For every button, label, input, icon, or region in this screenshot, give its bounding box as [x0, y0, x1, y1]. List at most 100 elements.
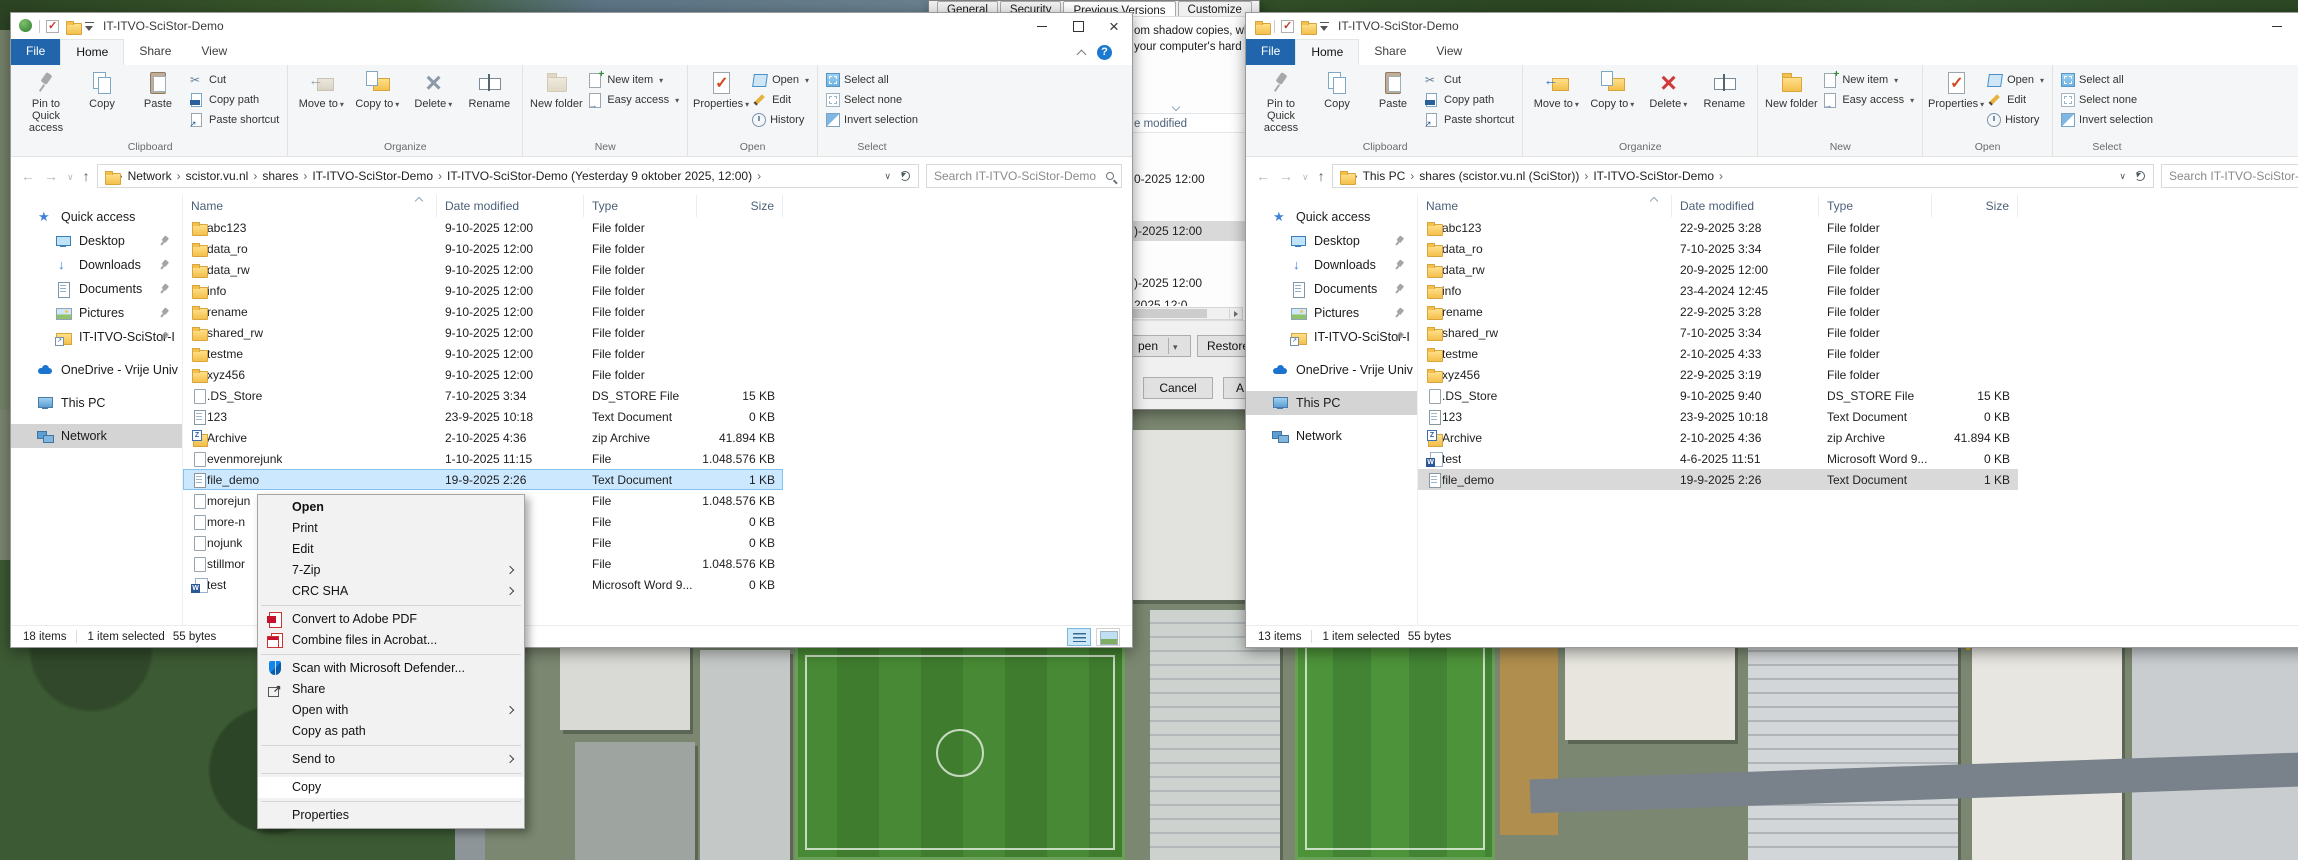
- ribbon-tab[interactable]: File: [11, 39, 61, 65]
- breadcrumb-segment[interactable]: Network: [124, 169, 176, 183]
- sidebar-item[interactable]: IT-ITVO-SciStor-I: [11, 325, 182, 349]
- easy-access-button[interactable]: Easy access: [587, 91, 679, 110]
- sidebar-item[interactable]: Pictures: [11, 301, 182, 325]
- breadcrumb-segment[interactable]: IT-ITVO-SciStor-Demo: [1589, 169, 1718, 183]
- column-header[interactable]: Size: [697, 195, 783, 217]
- move-to-button[interactable]: Move to: [1528, 66, 1584, 140]
- file-row[interactable]: testme 2-10-2025 4:33 File folder: [1418, 343, 2018, 364]
- file-row[interactable]: rename 9-10-2025 12:00 File folder: [183, 301, 783, 322]
- context-menu-item[interactable]: [261, 801, 521, 802]
- file-row[interactable]: 123 23-9-2025 10:18 Text Document 0 KB: [183, 406, 783, 427]
- context-menu-item[interactable]: Open: [258, 497, 524, 518]
- breadcrumb-segment[interactable]: scistor.vu.nl: [182, 169, 253, 183]
- pin-to-quick-access-button[interactable]: Pin to Quick access: [18, 66, 74, 140]
- customize-toolbar-icon[interactable]: [85, 21, 94, 31]
- folder-qat-icon[interactable]: [65, 19, 82, 35]
- maximize-button[interactable]: [1060, 13, 1096, 39]
- sidebar-item[interactable]: Desktop: [1246, 229, 1417, 253]
- properties-qat-icon[interactable]: [46, 19, 59, 33]
- ribbon-tab[interactable]: Share: [124, 39, 186, 65]
- sidebar-item[interactable]: IT-ITVO-SciStor-I: [1246, 325, 1417, 349]
- delete-button[interactable]: Delete: [405, 66, 461, 140]
- copy-to-button[interactable]: Copy to: [349, 66, 405, 140]
- ribbon-tab[interactable]: View: [186, 39, 242, 65]
- column-header[interactable]: Type: [584, 195, 697, 217]
- breadcrumb-segment[interactable]: This PC: [1359, 169, 1410, 183]
- file-row[interactable]: testme 9-10-2025 12:00 File folder: [183, 343, 783, 364]
- file-row[interactable]: Archive 2-10-2025 4:36 zip Archive 41.89…: [1418, 427, 2018, 448]
- sidebar-item[interactable]: Network: [1246, 424, 1417, 448]
- ribbon-tab[interactable]: Home: [60, 39, 125, 65]
- open-button[interactable]: Open: [752, 71, 809, 88]
- properties-qat-icon[interactable]: [1281, 19, 1294, 33]
- sidebar-item[interactable]: OneDrive - Vrije Univ: [1246, 358, 1417, 382]
- file-row[interactable]: test 4-6-2025 11:51 Microsoft Word 9... …: [1418, 448, 2018, 469]
- large-icons-view-button[interactable]: [1096, 627, 1120, 646]
- context-menu-item[interactable]: 7-Zip: [258, 560, 524, 581]
- context-menu-item[interactable]: Open with: [258, 700, 524, 721]
- paste-shortcut-button[interactable]: Paste shortcut: [1424, 111, 1514, 130]
- recent-locations-icon[interactable]: ∨: [1302, 172, 1309, 183]
- sidebar-item[interactable]: Desktop: [11, 229, 182, 253]
- forward-button[interactable]: →: [1279, 168, 1293, 184]
- move-to-button[interactable]: Move to: [293, 66, 349, 140]
- file-row[interactable]: shared_rw 9-10-2025 12:00 File folder: [183, 322, 783, 343]
- context-menu-item[interactable]: [261, 605, 521, 606]
- file-row[interactable]: evenmorejunk 1-10-2025 11:15 File 1.048.…: [183, 448, 783, 469]
- sidebar-item[interactable]: Quick access: [1246, 205, 1417, 229]
- file-row[interactable]: data_ro 9-10-2025 12:00 File folder: [183, 238, 783, 259]
- column-header[interactable]: Type: [1819, 195, 1932, 217]
- copy-button[interactable]: Copy: [74, 66, 130, 140]
- column-header[interactable]: Size: [1932, 195, 2018, 217]
- paste-shortcut-button[interactable]: Paste shortcut: [189, 111, 279, 130]
- customize-toolbar-icon[interactable]: [1320, 21, 1329, 31]
- open-button[interactable]: Open: [1987, 71, 2044, 88]
- help-icon[interactable]: [1097, 45, 1112, 60]
- sidebar-item[interactable]: Quick access: [11, 205, 182, 229]
- context-menu-item[interactable]: [261, 654, 521, 655]
- new-folder-button[interactable]: New folder: [528, 66, 584, 140]
- collapse-ribbon-icon[interactable]: [1076, 49, 1087, 60]
- file-row[interactable]: rename 22-9-2025 3:28 File folder: [1418, 301, 2018, 322]
- file-row[interactable]: abc123 9-10-2025 12:00 File folder: [183, 217, 783, 238]
- close-button[interactable]: [1096, 13, 1132, 39]
- select-all-button[interactable]: Select all: [826, 71, 918, 88]
- copy-path-button[interactable]: Copy path: [1424, 91, 1514, 108]
- file-row[interactable]: xyz456 22-9-2025 3:19 File folder: [1418, 364, 2018, 385]
- column-header[interactable]: Name: [183, 195, 437, 217]
- invert-selection-button[interactable]: Invert selection: [826, 111, 918, 128]
- delete-button[interactable]: Delete: [1640, 66, 1696, 140]
- recent-locations-icon[interactable]: ∨: [67, 172, 74, 183]
- refresh-icon[interactable]: [2135, 171, 2145, 181]
- sidebar-item[interactable]: This PC: [11, 391, 182, 415]
- file-row[interactable]: xyz456 9-10-2025 12:00 File folder: [183, 364, 783, 385]
- history-button[interactable]: History: [752, 111, 809, 128]
- sidebar-item[interactable]: Downloads: [11, 253, 182, 277]
- sidebar-item[interactable]: Documents: [11, 277, 182, 301]
- ribbon-tab[interactable]: View: [1421, 39, 1477, 65]
- rename-button[interactable]: Rename: [461, 66, 517, 140]
- rename-button[interactable]: Rename: [1696, 66, 1752, 140]
- file-row[interactable]: .DS_Store 9-10-2025 9:40 DS_STORE File 1…: [1418, 385, 2018, 406]
- breadcrumb[interactable]: Network scistor.vu.nl shares IT-ITVO-SciSto…: [96, 164, 919, 188]
- address-dropdown-icon[interactable]: ∨: [884, 171, 891, 182]
- context-menu-item[interactable]: Edit: [258, 539, 524, 560]
- ribbon-tab[interactable]: Home: [1295, 39, 1360, 65]
- title-bar[interactable]: IT-ITVO-SciStor-Demo: [1246, 13, 2298, 39]
- search-input[interactable]: Search IT-ITVO-SciStor-Demo: [926, 164, 1122, 188]
- search-input[interactable]: Search IT-ITVO-SciStor-De: [2161, 164, 2298, 188]
- column-header[interactable]: Date modified: [1672, 195, 1819, 217]
- edit-button[interactable]: Edit: [1987, 91, 2044, 108]
- new-item-button[interactable]: New item: [587, 69, 679, 88]
- file-row[interactable]: info 23-4-2024 12:45 File folder: [1418, 280, 2018, 301]
- breadcrumb-segment[interactable]: IT-ITVO-SciStor-Demo: [308, 169, 437, 183]
- file-row[interactable]: abc123 22-9-2025 3:28 File folder: [1418, 217, 2018, 238]
- context-menu-item[interactable]: CRC SHA: [258, 581, 524, 602]
- refresh-icon[interactable]: [900, 171, 910, 181]
- copy-to-button[interactable]: Copy to: [1584, 66, 1640, 140]
- paste-button[interactable]: Paste: [1365, 66, 1421, 140]
- minimize-button[interactable]: [1024, 13, 1060, 39]
- sidebar-item[interactable]: This PC: [1246, 391, 1417, 415]
- context-menu-item[interactable]: Scan with Microsoft Defender...: [258, 658, 524, 679]
- file-row[interactable]: file_demo 19-9-2025 2:26 Text Document 1…: [1418, 469, 2018, 490]
